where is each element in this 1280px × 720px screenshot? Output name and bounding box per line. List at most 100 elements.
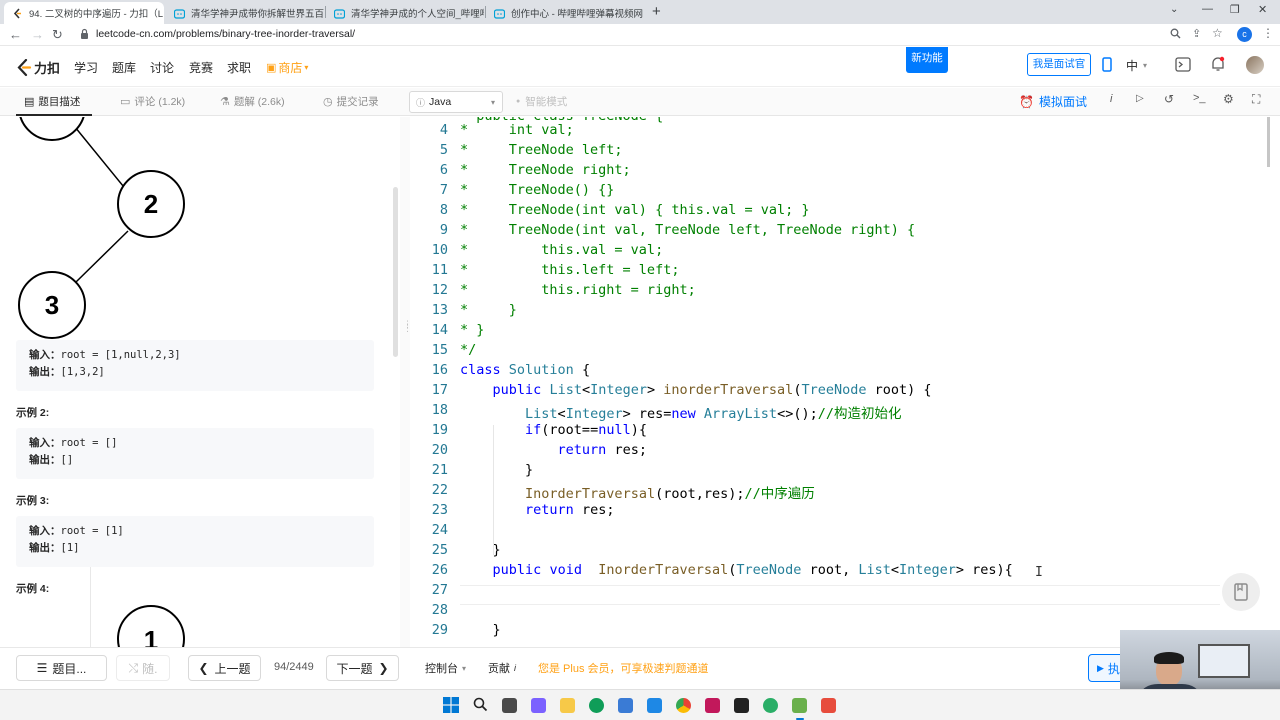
language-select[interactable]: ⓘ Java ▾	[409, 91, 503, 113]
zoom-search-icon[interactable]	[1170, 28, 1181, 42]
code-line[interactable]: * TreeNode right;	[460, 162, 631, 178]
code-line[interactable]: * this.right = right;	[460, 282, 696, 298]
back-arrow-icon[interactable]: ←	[9, 27, 22, 42]
store-icon[interactable]	[618, 698, 633, 713]
minimize-icon[interactable]: —	[1202, 3, 1213, 15]
code-line[interactable]: * }	[460, 302, 517, 318]
code-line[interactable]: InorderTraversal(root,res);//中序遍历	[460, 482, 815, 502]
fullscreen-icon[interactable]: ⛶	[1252, 92, 1260, 107]
restore-icon[interactable]: ❐	[1230, 3, 1240, 16]
new-feature-badge[interactable]: 新功能	[906, 47, 948, 73]
nav-learn[interactable]: 学习	[74, 59, 98, 76]
close-icon[interactable]: ✕	[163, 8, 164, 19]
notes-button[interactable]	[1222, 573, 1260, 611]
random-button[interactable]: ⤭ 随.	[116, 655, 170, 681]
bookmark-star-icon[interactable]: ☆	[1212, 26, 1223, 40]
code-line[interactable]: * }	[460, 322, 484, 338]
browser-tab[interactable]: 清华学神尹成的个人空间_哔哩哔 ✕	[326, 2, 484, 24]
browser-tab-active[interactable]: 94. 二叉树的中序遍历 - 力扣（L ✕	[4, 2, 164, 24]
close-icon[interactable]: ✕	[643, 8, 644, 19]
code-line[interactable]: List<Integer> res=new ArrayList<>();//构造…	[460, 402, 901, 422]
share-icon[interactable]: ⇪	[1192, 27, 1201, 40]
site-logo[interactable]: 力扣	[16, 58, 60, 77]
new-tab-button[interactable]: +	[652, 3, 661, 20]
browser-tab[interactable]: 清华学神尹成带你拆解世界五百 ✕	[166, 2, 324, 24]
nav-contest[interactable]: 竞赛	[189, 59, 213, 76]
tab-search-chevron-icon[interactable]: ⌄	[1170, 4, 1178, 15]
code-line[interactable]: * this.left = left;	[460, 262, 679, 278]
code-line[interactable]: class Solution {	[460, 362, 590, 378]
settings-icon[interactable]: ⚙	[1223, 92, 1234, 106]
prev-problem-button[interactable]: ❮ 上一题	[188, 655, 261, 681]
browser-tab[interactable]: 创作中心 - 哔哩哔哩弹幕视频网 ✕	[486, 2, 644, 24]
app-icon[interactable]	[647, 698, 662, 713]
console-prompt-icon[interactable]: >_	[1193, 92, 1206, 104]
info-icon[interactable]: i	[1110, 93, 1112, 105]
prev-label: 上一题	[214, 661, 251, 676]
catalog-button[interactable]: ☰ 题目...	[16, 655, 107, 681]
taskbar-search-icon[interactable]	[473, 697, 488, 715]
more-vertical-icon[interactable]: ⋮	[1262, 26, 1274, 40]
code-line[interactable]: if(root==null){	[460, 422, 647, 438]
edge-browser-icon[interactable]	[589, 698, 604, 713]
app-icon[interactable]	[705, 698, 720, 713]
smart-mode-toggle[interactable]: ● 智能模式	[516, 94, 567, 109]
line-number: 29	[431, 622, 448, 638]
interviewer-button[interactable]: 我是面试官	[1027, 53, 1091, 76]
user-avatar[interactable]	[1246, 56, 1264, 74]
reload-icon[interactable]: ↻	[52, 27, 63, 43]
tab-description[interactable]: ▤ 题目描述	[24, 94, 80, 109]
profile-avatar[interactable]: c	[1237, 27, 1252, 42]
next-problem-button[interactable]: 下一题 ❯	[326, 655, 399, 681]
nav-jobs[interactable]: 求职	[227, 59, 251, 76]
editor-scrollbar[interactable]	[1267, 117, 1270, 167]
panel-splitter[interactable]: ⋮ ⋮	[400, 117, 412, 647]
code-editor[interactable]: * public class TreeNode { 4* int val;5* …	[410, 117, 1270, 647]
code-line[interactable]: * TreeNode() {}	[460, 182, 614, 198]
terminal-icon[interactable]	[1175, 57, 1191, 75]
lock-icon[interactable]	[80, 28, 89, 43]
tab-submissions[interactable]: ◷ 提交记录	[323, 94, 379, 109]
file-explorer-icon[interactable]	[560, 698, 575, 713]
code-line[interactable]: * int val;	[460, 122, 574, 138]
language-switch[interactable]: 中 ▾	[1126, 57, 1147, 74]
ide-icon[interactable]	[734, 698, 749, 713]
mock-interview-button[interactable]: ⏰ 模拟面试	[1019, 93, 1087, 110]
nav-problems[interactable]: 题库	[112, 59, 136, 76]
code-line[interactable]: * TreeNode(int val) { this.val = val; }	[460, 202, 810, 218]
mobile-icon[interactable]	[1102, 57, 1112, 75]
code-line[interactable]: return res;	[460, 502, 614, 518]
windows-start-icon[interactable]	[443, 697, 459, 716]
chrome-icon[interactable]	[676, 698, 691, 713]
tab-solutions[interactable]: ⚗ 题解 (2.6k)	[220, 94, 285, 109]
url-text[interactable]: leetcode-cn.com/problems/binary-tree-ino…	[96, 28, 355, 40]
reset-icon[interactable]: ↺	[1164, 92, 1174, 106]
console-toggle[interactable]: 控制台 ▾	[425, 660, 466, 676]
code-line[interactable]: * TreeNode left;	[460, 142, 623, 158]
code-line[interactable]: public List<Integer> inorderTraversal(Tr…	[460, 382, 932, 398]
wechat-icon[interactable]	[763, 698, 778, 713]
contribute-button[interactable]: 贡献 i	[488, 660, 516, 676]
nav-discuss[interactable]: 讨论	[150, 59, 174, 76]
plus-member-notice[interactable]: 您是 Plus 会员，可享极速判题通道	[538, 660, 709, 676]
app-icon[interactable]	[821, 698, 836, 713]
code-line[interactable]: }	[460, 462, 533, 478]
bell-icon[interactable]	[1211, 56, 1225, 75]
code-line[interactable]: return res;	[460, 442, 647, 458]
code-line[interactable]: }	[460, 542, 501, 558]
nav-shop[interactable]: ▣ 商店 ▾	[266, 59, 308, 76]
left-panel-scrollbar[interactable]	[393, 187, 398, 357]
forward-arrow-icon[interactable]: →	[31, 27, 44, 42]
code-line[interactable]: * this.val = val;	[460, 242, 663, 258]
play-icon[interactable]: ▷	[1136, 93, 1144, 104]
task-view-icon[interactable]	[502, 698, 517, 713]
chevron-down-icon: ▾	[1143, 61, 1148, 70]
clion-icon[interactable]	[792, 698, 807, 713]
widgets-icon[interactable]	[531, 698, 546, 713]
code-line[interactable]: * TreeNode(int val, TreeNode left, TreeN…	[460, 222, 915, 238]
window-close-icon[interactable]: ✕	[1258, 3, 1267, 16]
code-line[interactable]: public void InorderTraversal(TreeNode ro…	[460, 562, 1013, 578]
tab-comments[interactable]: ▭ 评论 (1.2k)	[120, 94, 185, 109]
code-line[interactable]: }	[460, 622, 501, 638]
code-line[interactable]: */	[460, 342, 476, 358]
